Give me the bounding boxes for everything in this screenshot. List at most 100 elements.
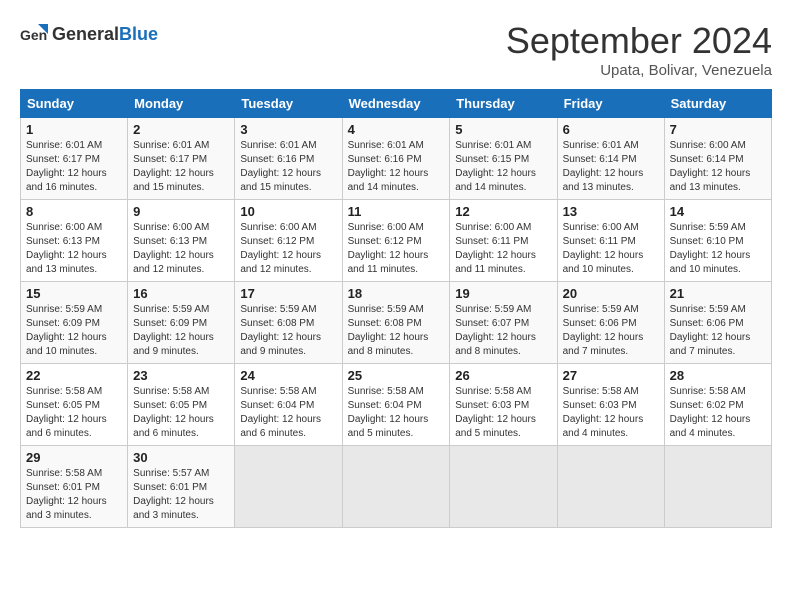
day-info: Sunrise: 6:01 AMSunset: 6:15 PMDaylight:… — [455, 139, 551, 195]
calendar-cell: 10 Sunrise: 6:00 AMSunset: 6:12 PMDayligh… — [235, 200, 342, 282]
calendar-cell: 26 Sunrise: 5:58 AMSunset: 6:03 PMDayligh… — [450, 364, 557, 446]
day-info: Sunrise: 6:00 AMSunset: 6:14 PMDaylight:… — [670, 139, 766, 195]
calendar-cell: 11 Sunrise: 6:00 AMSunset: 6:12 PMDayligh… — [342, 200, 450, 282]
calendar-cell: 16 Sunrise: 5:59 AMSunset: 6:09 PMDayligh… — [128, 282, 235, 364]
day-number: 29 — [26, 450, 122, 465]
title-area: September 2024 Upata, Bolivar, Venezuela — [506, 20, 772, 79]
calendar-cell: 15Sunrise: 5:59 AMSunset: 6:09 PMDayligh… — [21, 282, 128, 364]
day-number: 22 — [26, 368, 122, 383]
day-info: Sunrise: 5:59 AMSunset: 6:10 PMDaylight:… — [670, 221, 766, 277]
day-number: 21 — [670, 286, 766, 301]
calendar-cell: 18 Sunrise: 5:59 AMSunset: 6:08 PMDayligh… — [342, 282, 450, 364]
day-number: 20 — [563, 286, 659, 301]
day-of-week-header: Tuesday — [235, 90, 342, 118]
day-info: Sunrise: 5:59 AMSunset: 6:08 PMDaylight:… — [348, 303, 445, 359]
day-of-week-header: Monday — [128, 90, 235, 118]
day-number: 23 — [133, 368, 229, 383]
day-number: 12 — [455, 204, 551, 219]
day-number: 4 — [348, 122, 445, 137]
calendar-cell: 1Sunrise: 6:01 AMSunset: 6:17 PMDaylight… — [21, 118, 128, 200]
day-info: Sunrise: 6:00 AMSunset: 6:13 PMDaylight:… — [133, 221, 229, 277]
day-number: 8 — [26, 204, 122, 219]
day-number: 30 — [133, 450, 229, 465]
calendar-cell — [342, 446, 450, 528]
day-number: 15 — [26, 286, 122, 301]
day-info: Sunrise: 6:00 AMSunset: 6:12 PMDaylight:… — [240, 221, 336, 277]
calendar-cell: 21 Sunrise: 5:59 AMSunset: 6:06 PMDayligh… — [664, 282, 771, 364]
day-number: 26 — [455, 368, 551, 383]
day-of-week-header: Saturday — [664, 90, 771, 118]
calendar-cell: 5 Sunrise: 6:01 AMSunset: 6:15 PMDaylight… — [450, 118, 557, 200]
day-info: Sunrise: 5:58 AMSunset: 6:03 PMDaylight:… — [563, 385, 659, 441]
calendar-cell: 2Sunrise: 6:01 AMSunset: 6:17 PMDaylight… — [128, 118, 235, 200]
logo: Gen GeneralBlue — [20, 20, 158, 48]
calendar-week-row: 8 Sunrise: 6:00 AMSunset: 6:13 PMDaylight… — [21, 200, 772, 282]
day-info: Sunrise: 5:59 AMSunset: 6:09 PMDaylight:… — [133, 303, 229, 359]
day-number: 11 — [348, 204, 445, 219]
day-number: 14 — [670, 204, 766, 219]
calendar-week-row: 15 Sunrise: 5:59 AMSunset: 6:09 PMDayligh… — [21, 282, 772, 364]
day-info: Sunrise: 6:00 AMSunset: 6:12 PMDaylight:… — [348, 221, 445, 277]
calendar-cell: 17Sunrise: 5:59 AMSunset: 6:08 PMDayligh… — [235, 282, 342, 364]
calendar-cell: 12 Sunrise: 6:00 AMSunset: 6:11 PMDayligh… — [450, 200, 557, 282]
calendar-cell: 3 Sunrise: 6:01 AMSunset: 6:16 PMDaylight… — [235, 118, 342, 200]
svg-text:Gen: Gen — [20, 27, 47, 43]
day-info: Sunrise: 5:59 AMSunset: 6:06 PMDaylight:… — [670, 303, 766, 359]
day-number: 9 — [133, 204, 229, 219]
day-info: Sunrise: 6:00 AMSunset: 6:13 PMDaylight:… — [26, 221, 122, 277]
calendar-cell: 14 Sunrise: 5:59 AMSunset: 6:10 PMDayligh… — [664, 200, 771, 282]
day-info: Sunrise: 6:01 AMSunset: 6:14 PMDaylight:… — [563, 139, 659, 195]
calendar-cell — [235, 446, 342, 528]
day-number: 25 — [348, 368, 445, 383]
day-info: Sunrise: 6:01 AMSunset: 6:17 PMDaylight:… — [26, 139, 122, 195]
day-info: Sunrise: 5:59 AMSunset: 6:06 PMDaylight:… — [563, 303, 659, 359]
calendar-table: SundayMondayTuesdayWednesdayThursdayFrid… — [20, 89, 772, 528]
day-info: Sunrise: 6:01 AMSunset: 6:17 PMDaylight:… — [133, 139, 229, 195]
day-number: 3 — [240, 122, 336, 137]
day-number: 24 — [240, 368, 336, 383]
calendar-cell: 29 Sunrise: 5:58 AMSunset: 6:01 PMDayligh… — [21, 446, 128, 528]
calendar-week-row: 1Sunrise: 6:01 AMSunset: 6:17 PMDaylight… — [21, 118, 772, 200]
day-info: Sunrise: 6:00 AMSunset: 6:11 PMDaylight:… — [563, 221, 659, 277]
calendar-cell: 7 Sunrise: 6:00 AMSunset: 6:14 PMDaylight… — [664, 118, 771, 200]
calendar-cell: 6 Sunrise: 6:01 AMSunset: 6:14 PMDaylight… — [557, 118, 664, 200]
calendar-cell: 23Sunrise: 5:58 AMSunset: 6:05 PMDayligh… — [128, 364, 235, 446]
day-info: Sunrise: 5:59 AMSunset: 6:07 PMDaylight:… — [455, 303, 551, 359]
calendar-cell: 13Sunrise: 6:00 AMSunset: 6:11 PMDayligh… — [557, 200, 664, 282]
day-number: 16 — [133, 286, 229, 301]
subtitle: Upata, Bolivar, Venezuela — [506, 62, 772, 79]
calendar-week-row: 29 Sunrise: 5:58 AMSunset: 6:01 PMDayligh… — [21, 446, 772, 528]
day-info: Sunrise: 5:58 AMSunset: 6:02 PMDaylight:… — [670, 385, 766, 441]
day-number: 19 — [455, 286, 551, 301]
logo-blue: Blue — [119, 24, 158, 44]
day-number: 7 — [670, 122, 766, 137]
day-number: 10 — [240, 204, 336, 219]
day-number: 6 — [563, 122, 659, 137]
calendar-cell: 8 Sunrise: 6:00 AMSunset: 6:13 PMDaylight… — [21, 200, 128, 282]
day-of-week-header: Thursday — [450, 90, 557, 118]
day-info: Sunrise: 5:57 AMSunset: 6:01 PMDaylight:… — [133, 467, 229, 523]
day-of-week-header: Sunday — [21, 90, 128, 118]
day-number: 18 — [348, 286, 445, 301]
logo-general: General — [52, 24, 119, 44]
header: Gen GeneralBlue September 2024 Upata, Bo… — [20, 20, 772, 79]
day-info: Sunrise: 5:58 AMSunset: 6:04 PMDaylight:… — [240, 385, 336, 441]
day-number: 5 — [455, 122, 551, 137]
month-title: September 2024 — [506, 20, 772, 62]
calendar-cell: 28Sunrise: 5:58 AMSunset: 6:02 PMDayligh… — [664, 364, 771, 446]
calendar-cell: 19 Sunrise: 5:59 AMSunset: 6:07 PMDayligh… — [450, 282, 557, 364]
calendar-cell: 9 Sunrise: 6:00 AMSunset: 6:13 PMDaylight… — [128, 200, 235, 282]
calendar-cell — [450, 446, 557, 528]
logo-icon: Gen — [20, 20, 48, 48]
calendar-header-row: SundayMondayTuesdayWednesdayThursdayFrid… — [21, 90, 772, 118]
calendar-cell — [664, 446, 771, 528]
day-info: Sunrise: 5:58 AMSunset: 6:03 PMDaylight:… — [455, 385, 551, 441]
day-number: 17 — [240, 286, 336, 301]
day-info: Sunrise: 5:58 AMSunset: 6:05 PMDaylight:… — [26, 385, 122, 441]
calendar-cell: 22 Sunrise: 5:58 AMSunset: 6:05 PMDayligh… — [21, 364, 128, 446]
day-of-week-header: Friday — [557, 90, 664, 118]
day-info: Sunrise: 6:00 AMSunset: 6:11 PMDaylight:… — [455, 221, 551, 277]
day-info: Sunrise: 6:01 AMSunset: 6:16 PMDaylight:… — [240, 139, 336, 195]
day-info: Sunrise: 5:58 AMSunset: 6:01 PMDaylight:… — [26, 467, 122, 523]
day-number: 27 — [563, 368, 659, 383]
